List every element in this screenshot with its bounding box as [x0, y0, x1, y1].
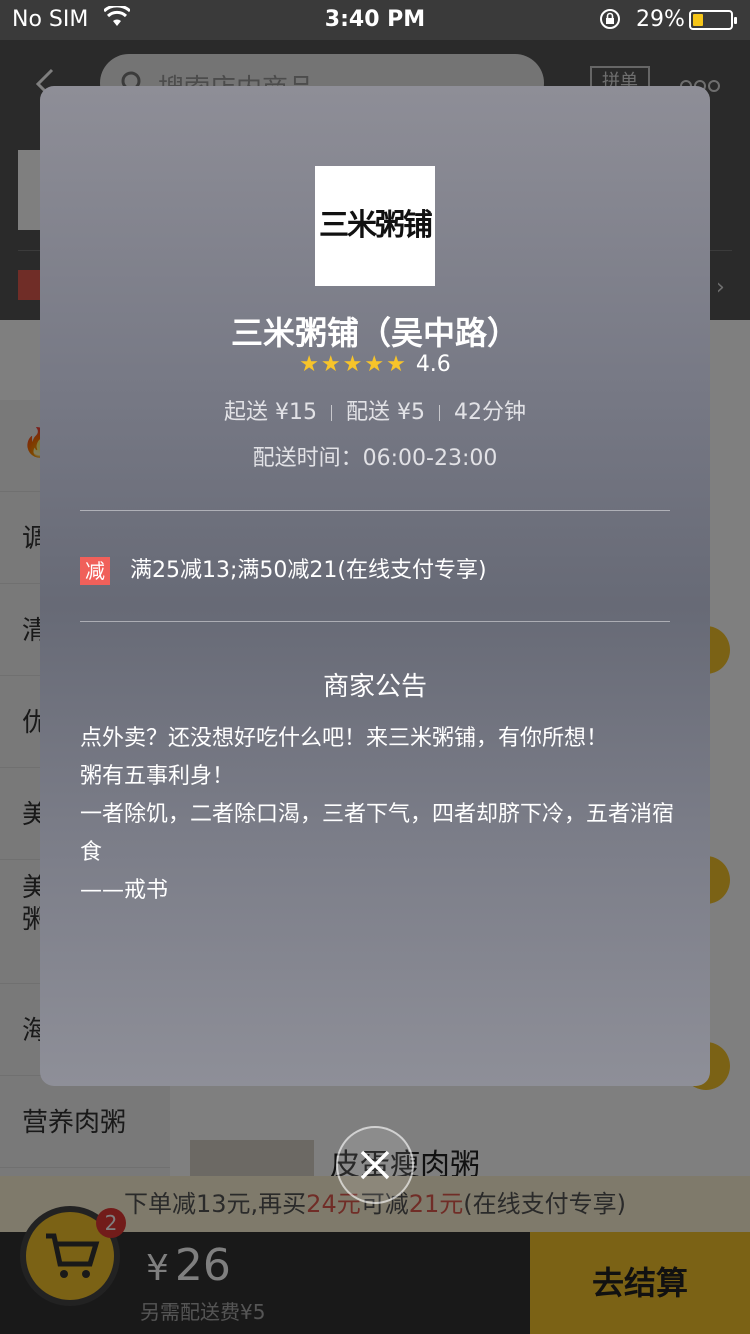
battery-icon	[689, 10, 737, 30]
promo-text: 满25减13;满50减21(在线支付专享)	[130, 558, 487, 583]
delivery-hours: 配送时间：06:00-23:00	[252, 446, 498, 471]
notice-line: 点外卖？还没想好吃什么吧！来三米粥铺，有你所想！	[80, 726, 609, 751]
delivery-time: 42分钟	[454, 400, 526, 425]
store-name: 三米粥铺（吴中路）	[230, 314, 519, 352]
rotation-lock-icon	[598, 8, 622, 36]
notice-body: 点外卖？还没想好吃什么吧！来三米粥铺，有你所想！ 粥有五事利身！ 一者除饥，二者…	[80, 720, 674, 910]
notice-line: ——戒书	[80, 878, 169, 903]
notice-line: 粥有五事利身！	[80, 764, 235, 789]
divider	[80, 510, 670, 511]
separator	[439, 405, 440, 421]
close-icon	[360, 1150, 390, 1180]
store-meta: 起送 ¥15 配送 ¥5 42分钟	[40, 394, 710, 426]
battery-percent: 29%	[636, 7, 685, 32]
star-rating-icon: ★★★★★	[299, 352, 408, 377]
delivery-fee: 配送 ¥5	[346, 400, 425, 425]
notice-line: 一者除饥，二者除口渴，三者下气，四者却脐下冷，五者消宿食	[80, 802, 675, 865]
store-info-modal: 三米粥铺 三米粥铺（吴中路） ★★★★★ 4.6 起送 ¥15 配送 ¥5 42分钟 …	[40, 86, 710, 1086]
store-logo: 三米粥铺	[315, 166, 435, 286]
rating-value: 4.6	[415, 352, 451, 377]
divider	[80, 621, 670, 622]
status-bar: No SIM 3:40 PM 29%	[0, 0, 750, 40]
store-rating: ★★★★★ 4.6	[40, 352, 710, 377]
separator	[331, 405, 332, 421]
promo-row: 减满25减13;满50减21(在线支付专享)	[80, 552, 487, 585]
min-order: 起送 ¥15	[224, 400, 317, 425]
close-button[interactable]	[336, 1126, 414, 1204]
discount-badge: 减	[80, 557, 110, 585]
notice-title: 商家公告	[322, 672, 427, 702]
